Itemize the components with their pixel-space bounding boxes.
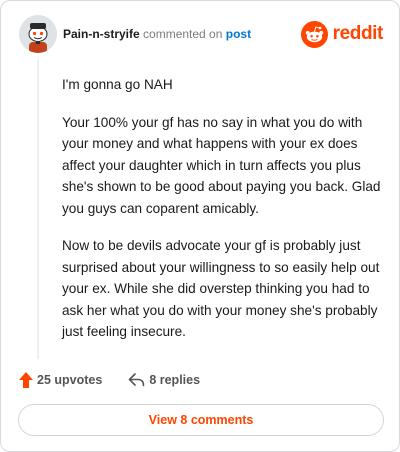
replies-count: 8 replies — [149, 373, 201, 387]
comment-paragraph: Now to be devils advocate your gf is pro… — [62, 238, 380, 339]
comment-body: I'm gonna go NAH Your 100% your gf has n… — [62, 74, 384, 359]
snoo-avatar-icon — [19, 15, 57, 53]
thread-line — [37, 59, 39, 359]
replies-button[interactable]: 8 replies — [128, 373, 200, 387]
brand-wordmark: reddit — [332, 23, 384, 44]
user-avatar[interactable] — [19, 15, 57, 53]
view-comments-button[interactable]: View 8 comments — [18, 404, 384, 436]
reddit-logo[interactable]: reddit — [300, 19, 384, 49]
reddit-snoo-icon — [300, 20, 328, 48]
upvote-button[interactable]: 25 upvotes — [19, 372, 102, 388]
comment-actions: 25 upvotes 8 replies — [19, 370, 200, 390]
upvote-arrow-icon — [19, 372, 33, 388]
comment-header: Pain-n-stryife commented on post reddit — [19, 15, 383, 55]
comment-paragraph: Your 100% your gf has no say in what you… — [62, 114, 381, 216]
comment-paragraph: I'm gonna go NAH — [62, 77, 173, 92]
comment-meta: Pain-n-stryife commented on post — [63, 27, 251, 41]
upvote-count: 25 upvotes — [37, 373, 103, 387]
comment-card: Pain-n-stryife commented on post reddit … — [0, 0, 400, 452]
post-link[interactable]: post — [226, 27, 251, 41]
reply-arrow-icon — [129, 373, 145, 387]
username-link[interactable]: Pain-n-stryife — [63, 27, 140, 41]
action-text: commented on — [143, 27, 223, 41]
